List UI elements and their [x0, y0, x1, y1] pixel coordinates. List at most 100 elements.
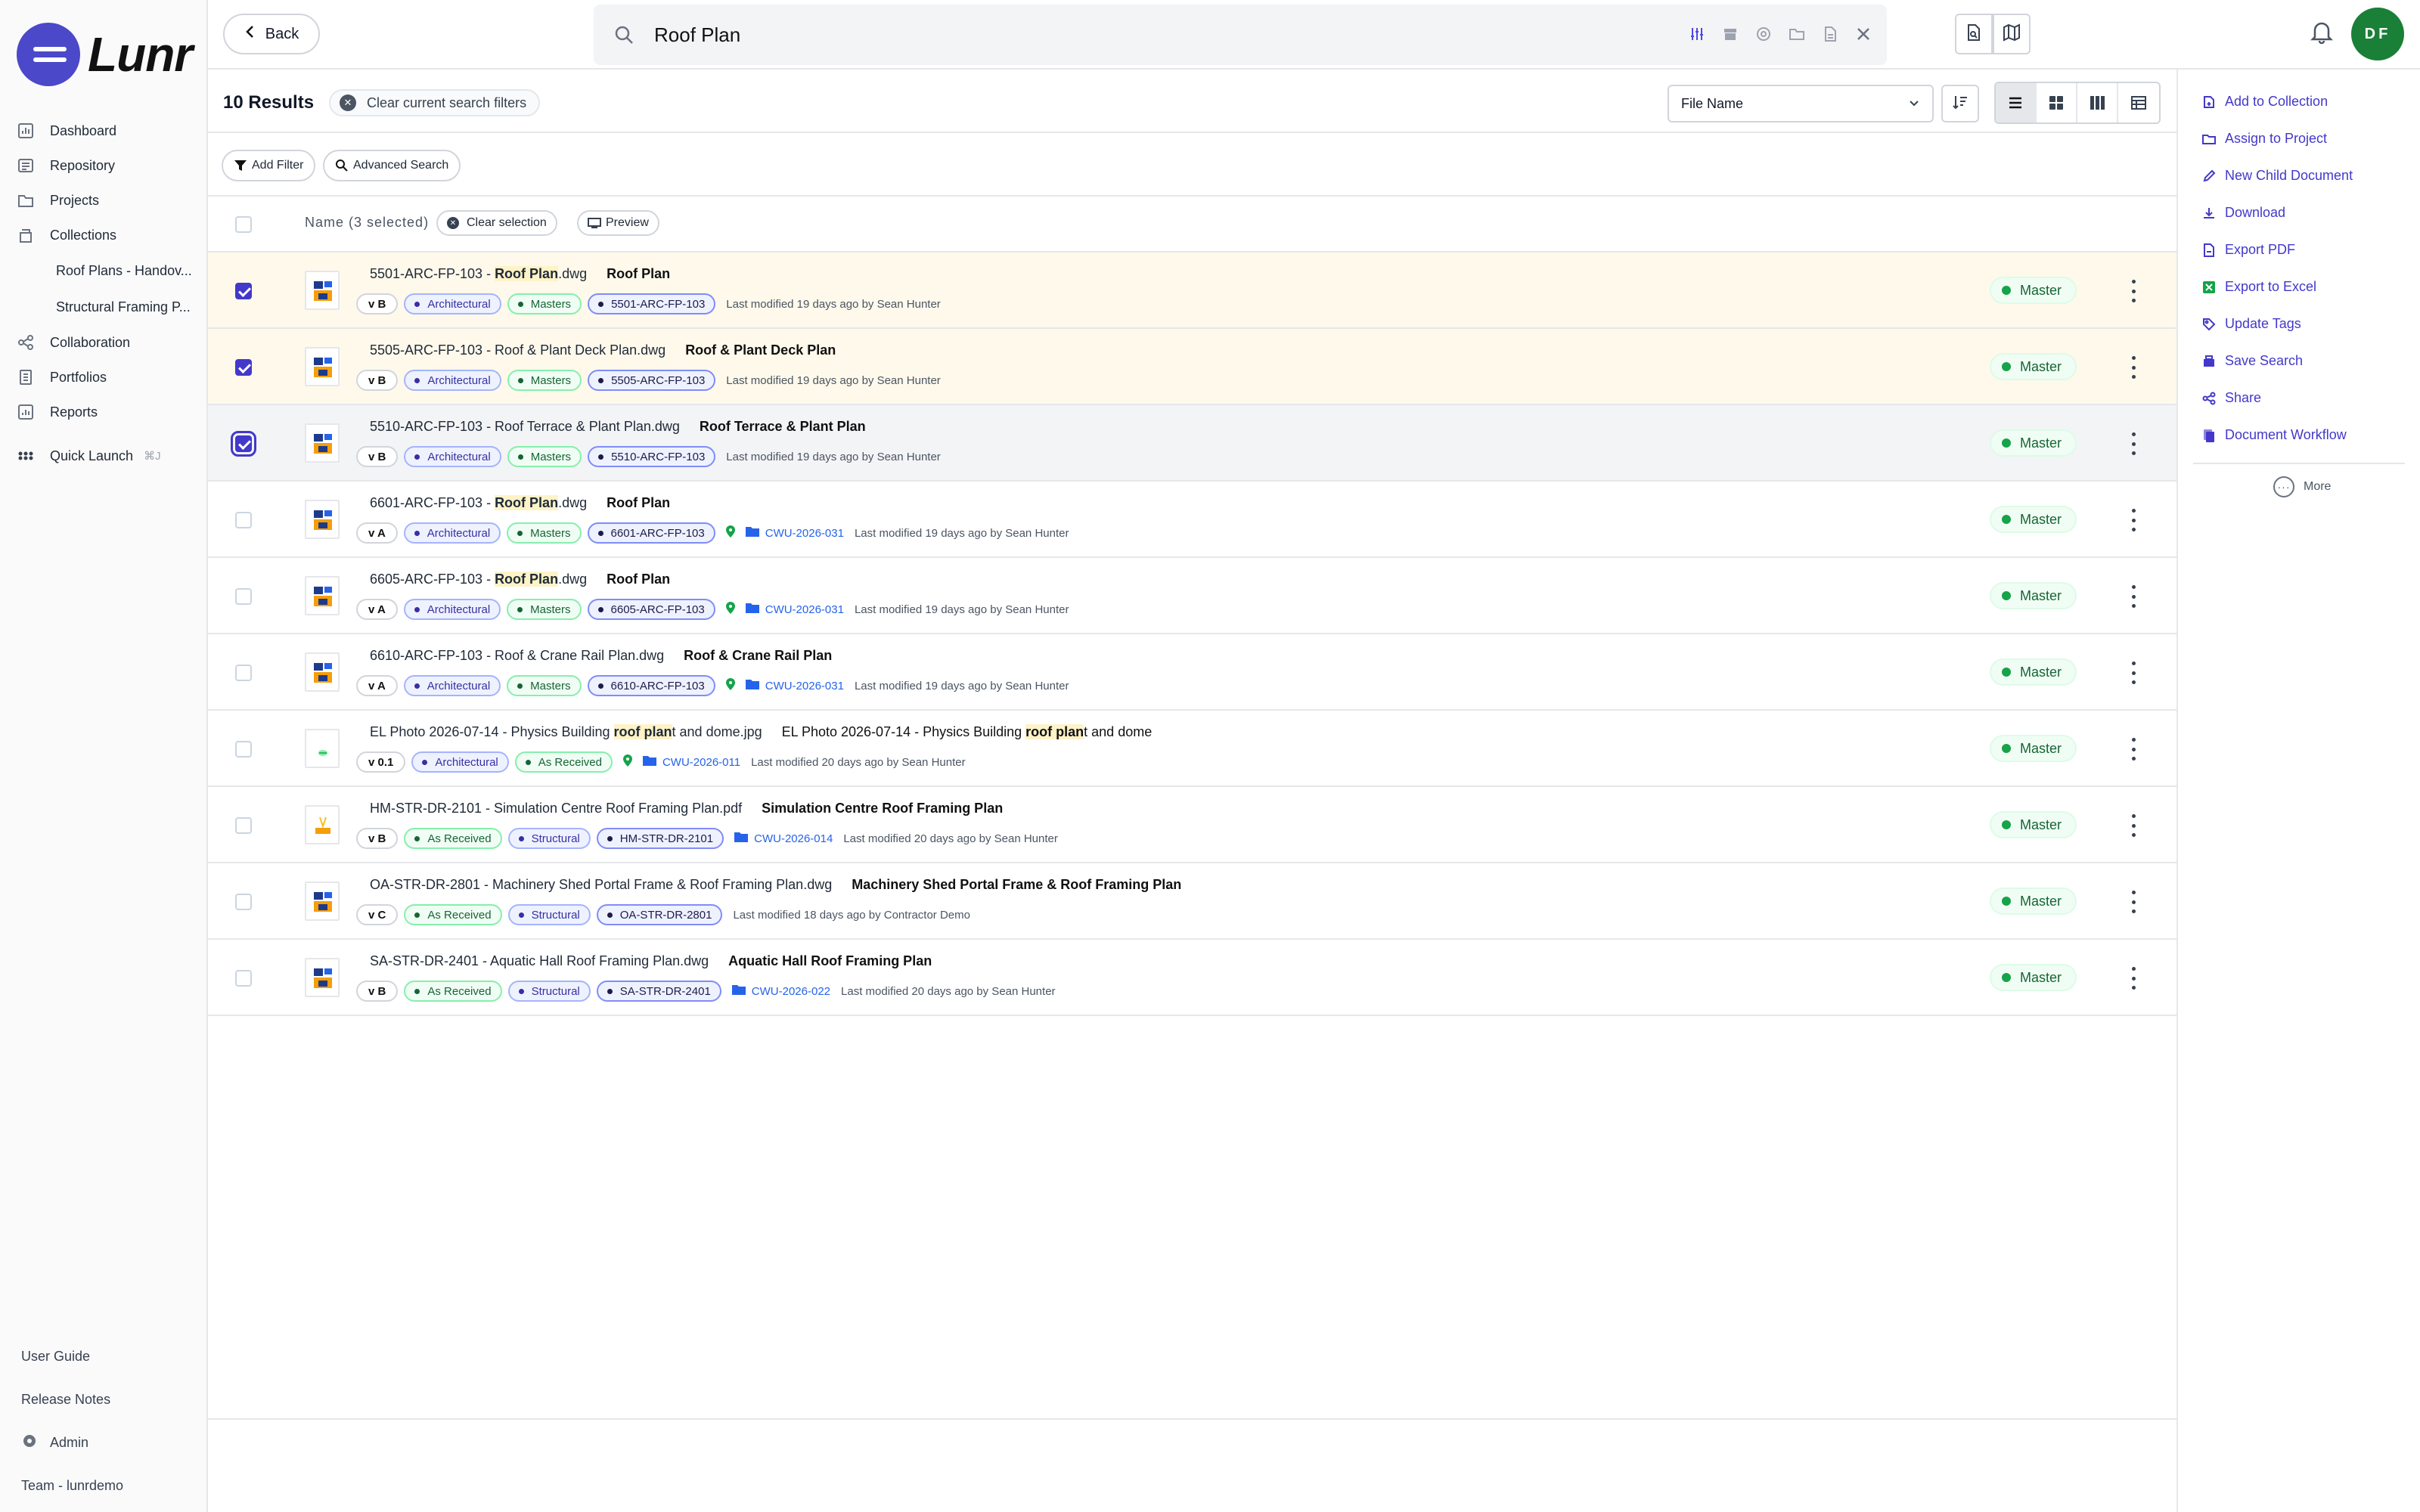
tag-chip[interactable]: Architectural — [403, 675, 501, 696]
more-vertical-icon[interactable] — [2129, 662, 2138, 684]
version-badge[interactable]: v B — [356, 981, 399, 1002]
action-download[interactable]: Download — [2178, 194, 2420, 231]
tag-chip[interactable]: As Received — [404, 904, 502, 925]
file-name[interactable]: 6610-ARC-FP-103 - Roof & Crane Rail Plan… — [370, 648, 664, 663]
sidebar-item-projects[interactable]: Projects — [17, 183, 198, 218]
sidebar-item-collaboration[interactable]: Collaboration — [17, 325, 198, 360]
tag-chip[interactable]: SA-STR-DR-2401 — [596, 981, 721, 1002]
tag-chip[interactable]: Masters — [507, 293, 582, 314]
project-link[interactable]: CWU-2026-031 — [745, 678, 844, 693]
action-share[interactable]: Share — [2178, 380, 2420, 417]
row-checkbox[interactable] — [235, 283, 252, 299]
tag-chip[interactable]: Architectural — [404, 370, 501, 391]
release-notes-link[interactable]: Release Notes — [21, 1378, 203, 1421]
table-row[interactable]: SA-STR-DR-2401 - Aquatic Hall Roof Frami… — [208, 940, 2178, 1016]
table-row[interactable]: 6601-ARC-FP-103 - Roof Plan.dwg Roof Plan… — [208, 482, 2178, 558]
tag-chip[interactable]: Architectural — [404, 293, 501, 314]
clear-filters-button[interactable]: ✕ Clear current search filters — [329, 89, 541, 116]
file-name[interactable]: OA-STR-DR-2801 - Machinery Shed Portal F… — [370, 877, 832, 892]
tag-chip[interactable]: 5501-ARC-FP-103 — [588, 293, 716, 314]
version-badge[interactable]: v B — [356, 293, 399, 314]
tag-chip[interactable]: Masters — [507, 675, 582, 696]
sort-select[interactable]: File Name — [1668, 85, 1934, 122]
select-all-checkbox[interactable] — [235, 216, 252, 233]
team-switcher[interactable]: Team - lunrdemo — [21, 1464, 203, 1507]
more-vertical-icon[interactable] — [2129, 585, 2138, 608]
close-icon[interactable] — [1854, 24, 1873, 44]
row-checkbox[interactable] — [235, 512, 252, 528]
location-pin-icon[interactable] — [725, 601, 735, 618]
table-row[interactable]: HM-STR-DR-2101 - Simulation Centre Roof … — [208, 787, 2178, 863]
table-row[interactable]: 5505-ARC-FP-103 - Roof & Plant Deck Plan… — [208, 329, 2178, 405]
version-badge[interactable]: v B — [356, 828, 399, 849]
table-row[interactable]: 6610-ARC-FP-103 - Roof & Crane Rail Plan… — [208, 634, 2178, 711]
archive-icon[interactable] — [1720, 24, 1740, 44]
row-checkbox[interactable] — [235, 817, 252, 834]
action-update-tags[interactable]: Update Tags — [2178, 305, 2420, 342]
row-checkbox[interactable] — [235, 894, 252, 910]
file-name[interactable]: HM-STR-DR-2101 - Simulation Centre Roof … — [370, 801, 742, 816]
tag-chip[interactable]: 5510-ARC-FP-103 — [588, 446, 716, 467]
more-vertical-icon[interactable] — [2129, 509, 2138, 531]
collection-item[interactable]: Roof Plans - Handov... — [17, 253, 198, 289]
tag-chip[interactable]: As Received — [404, 828, 502, 849]
row-checkbox[interactable] — [235, 588, 252, 605]
tag-chip[interactable]: As Received — [404, 981, 502, 1002]
clear-selection-button[interactable]: ✕ Clear selection — [436, 210, 557, 236]
tag-chip[interactable]: Architectural — [403, 599, 501, 620]
more-button[interactable]: ··· More — [2178, 476, 2420, 497]
sidebar-item-portfolios[interactable]: Portfolios — [17, 360, 198, 395]
row-checkbox[interactable] — [231, 431, 256, 457]
row-checkbox[interactable] — [235, 741, 252, 758]
project-link[interactable]: CWU-2026-031 — [745, 602, 844, 617]
version-badge[interactable]: v C — [356, 904, 399, 925]
user-guide-link[interactable]: User Guide — [21, 1335, 203, 1378]
collection-item[interactable]: Structural Framing P... — [17, 289, 198, 325]
action-new-child-document[interactable]: New Child Document — [2178, 157, 2420, 194]
row-checkbox[interactable] — [235, 665, 252, 681]
project-link[interactable]: CWU-2026-031 — [745, 525, 844, 541]
action-export-to-excel[interactable]: Export to Excel — [2178, 268, 2420, 305]
tag-chip[interactable]: Masters — [507, 599, 582, 620]
filter-sliders-icon[interactable] — [1687, 24, 1707, 44]
row-checkbox[interactable] — [235, 970, 252, 987]
tag-chip[interactable]: Architectural — [404, 446, 501, 467]
tag-chip[interactable]: 6605-ARC-FP-103 — [587, 599, 715, 620]
table-view-icon[interactable] — [2118, 83, 2159, 122]
preview-button[interactable]: Preview — [577, 210, 659, 236]
tag-chip[interactable]: Masters — [507, 370, 582, 391]
table-row[interactable]: 6605-ARC-FP-103 - Roof Plan.dwg Roof Plan… — [208, 558, 2178, 634]
project-link[interactable]: CWU-2026-022 — [731, 984, 830, 999]
location-pin-icon[interactable] — [622, 754, 632, 770]
map-view-button[interactable] — [1993, 14, 2031, 54]
action-export-pdf[interactable]: Export PDF — [2178, 231, 2420, 268]
version-badge[interactable]: v A — [356, 522, 398, 544]
version-badge[interactable]: v A — [356, 599, 398, 620]
action-assign-to-project[interactable]: Assign to Project — [2178, 120, 2420, 157]
sidebar-item-dashboard[interactable]: Dashboard — [17, 113, 198, 148]
logo[interactable]: Lunr — [17, 23, 193, 86]
document-icon[interactable] — [1820, 24, 1840, 44]
tag-chip[interactable]: HM-STR-DR-2101 — [596, 828, 724, 849]
admin-link[interactable]: Admin — [21, 1421, 203, 1464]
file-name[interactable]: 5510-ARC-FP-103 - Roof Terrace & Plant P… — [370, 419, 680, 434]
file-name[interactable]: 5501-ARC-FP-103 - Roof Plan.dwg — [370, 266, 587, 281]
tag-chip[interactable]: As Received — [514, 751, 613, 773]
sidebar-item-collections[interactable]: Collections — [17, 218, 198, 253]
tag-chip[interactable]: Structural — [507, 904, 591, 925]
search-input[interactable] — [654, 20, 1637, 50]
action-add-to-collection[interactable]: Add to Collection — [2178, 83, 2420, 120]
action-save-search[interactable]: Save Search — [2178, 342, 2420, 380]
more-vertical-icon[interactable] — [2129, 814, 2138, 837]
version-badge[interactable]: v B — [356, 446, 399, 467]
tag-chip[interactable]: Masters — [507, 446, 582, 467]
table-row[interactable]: 5510-ARC-FP-103 - Roof Terrace & Plant P… — [208, 405, 2178, 482]
bell-icon[interactable] — [2310, 20, 2334, 48]
file-name[interactable]: 6605-ARC-FP-103 - Roof Plan.dwg — [370, 572, 587, 587]
action-document-workflow[interactable]: Document Workflow — [2178, 417, 2420, 454]
tag-chip[interactable]: Structural — [507, 828, 591, 849]
file-name[interactable]: EL Photo 2026-07-14 - Physics Building r… — [370, 724, 762, 739]
search-document-button[interactable] — [1955, 14, 1993, 54]
tag-chip[interactable]: 6601-ARC-FP-103 — [587, 522, 715, 544]
project-link[interactable]: CWU-2026-011 — [642, 754, 740, 770]
